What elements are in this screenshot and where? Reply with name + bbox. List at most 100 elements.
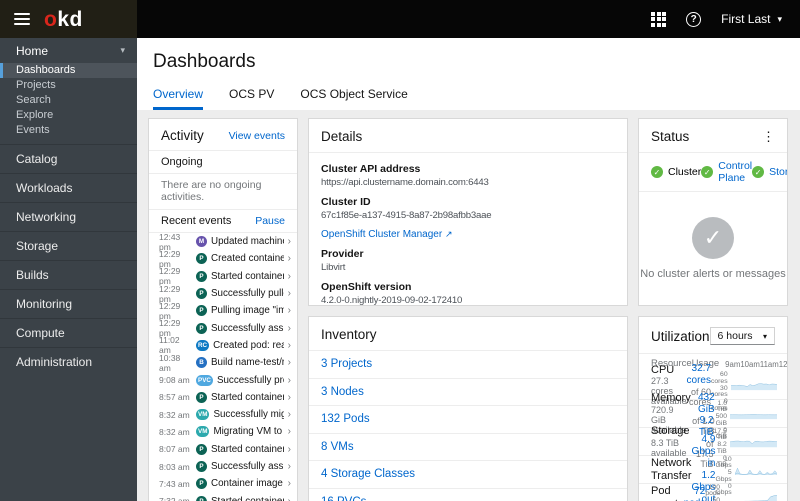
y-tick-label: 5 Gbps: [715, 469, 732, 483]
inventory-link-132-pods[interactable]: 132 Pods: [309, 406, 627, 434]
inventory-link-3-nodes[interactable]: 3 Nodes: [309, 379, 627, 406]
tab-ocs-pv[interactable]: OCS PV: [229, 83, 274, 110]
cluster-manager-link[interactable]: OpenShift Cluster Manager ↗: [321, 229, 615, 240]
event-row[interactable]: 12:29 pmPSuccessfully assigned ap…›: [149, 318, 297, 338]
utilization-row-pod-count: Pod count72 pods100 pods50 pods0 pods: [639, 483, 787, 501]
detail-label: OpenShift version: [321, 281, 412, 293]
usage-value[interactable]: 4.9 Gbps in: [692, 434, 716, 470]
resource-badge-p: P: [196, 253, 207, 265]
sidebar-item-builds[interactable]: Builds: [0, 260, 137, 289]
external-link-icon: ↗: [444, 229, 453, 239]
y-axis-labels: 100 pods50 pods0 pods: [705, 484, 723, 501]
brand-zone: okd: [0, 0, 137, 38]
event-row[interactable]: 12:29 pmPPulling image "image-re…›: [149, 301, 297, 321]
status-item-label[interactable]: Storage: [769, 166, 787, 178]
tab-bar: Overview OCS PV OCS Object Service: [137, 83, 800, 110]
detail-value: 67c1f85e-a137-4915-8a87-2b98afbb3aae: [321, 210, 492, 221]
event-row[interactable]: 12:29 pmPSuccessfully pulled imag…›: [149, 284, 297, 304]
resource-name: CPU: [651, 363, 675, 376]
event-row[interactable]: 8:03 am P Successfully assigned m…›: [149, 458, 297, 475]
sidebar-item-workloads[interactable]: Workloads: [0, 173, 137, 202]
sidebar-item-networking[interactable]: Networking: [0, 202, 137, 231]
event-message: Started container appde…: [211, 391, 284, 403]
event-row[interactable]: 11:02 amRCCreated pod: react-web…›: [149, 335, 297, 355]
usage-value[interactable]: 32.7 cores: [687, 363, 711, 387]
okd-logo[interactable]: okd: [44, 9, 83, 30]
apps-grid-icon[interactable]: [651, 11, 667, 27]
chevron-right-icon: ›: [287, 409, 291, 421]
status-item-label[interactable]: Control Plane: [718, 160, 752, 184]
sparkline-chart: [729, 413, 777, 419]
event-row[interactable]: 8:32 am VMMigrating VM to node ip… ›: [149, 423, 297, 440]
sidebar-item-storage[interactable]: Storage: [0, 231, 137, 260]
chevron-right-icon: ›: [287, 339, 291, 351]
inventory-link-16-pvcs[interactable]: 16 PVCs: [309, 489, 627, 501]
event-timestamp: 9:08 am: [159, 375, 190, 386]
sidebar-item-compute[interactable]: Compute: [0, 318, 137, 347]
usage-value[interactable]: 432 GiB: [691, 392, 715, 416]
event-row[interactable]: 7:43 am P Container image "registr…›: [149, 475, 297, 492]
check-circle-icon: ✓: [701, 166, 714, 178]
pause-events-link[interactable]: Pause: [255, 215, 285, 227]
resource-badge-vm: VM: [196, 409, 210, 421]
utilization-row-network-transfer: Network Transfer 4.9 Gbps in 1.2 Gbps out 1…: [639, 434, 787, 501]
event-row[interactable]: 12:29 pmPStarted container reacta…›: [149, 266, 297, 286]
sidebar-item-search[interactable]: Search: [0, 93, 137, 108]
menu-toggle-icon[interactable]: [14, 13, 30, 25]
sidebar-item-events[interactable]: Events: [0, 123, 137, 138]
sidebar-item-catalog[interactable]: Catalog: [0, 144, 137, 173]
y-axis-labels: 17.5 TiB 8.2 TiB 0 TiB: [713, 427, 730, 469]
tab-overview[interactable]: Overview: [153, 83, 204, 110]
sidebar-item-dashboards[interactable]: Dashboards: [0, 63, 137, 78]
ongoing-section-header: Ongoing: [149, 151, 297, 174]
resource-badge-pvc: PVC: [196, 374, 213, 386]
tab-ocs-object-service[interactable]: OCS Object Service: [300, 83, 407, 110]
resource-badge-p: P: [196, 461, 207, 472]
resource-badge-p: P: [196, 443, 207, 455]
event-row[interactable]: 7:32 am P Started container deploy… ›: [149, 492, 297, 501]
detail-label: Cluster ID: [321, 196, 371, 208]
y-tick-label: 17.5 TiB: [713, 427, 727, 442]
status-empty-state: ✓ No cluster alerts or messages: [639, 192, 787, 305]
y-tick-label: 60 cores: [710, 371, 728, 385]
event-message: Container image "registr…: [211, 478, 284, 490]
event-row[interactable]: 12:43 pmMUpdated machine mynam…›: [149, 233, 297, 252]
event-timestamp: 10:38 am: [159, 352, 181, 373]
status-item-control-plane: ✓ Control Plane: [701, 160, 752, 184]
inventory-card: Inventory 3 Projects 3 Nodes 132 Pods 8 VMs…: [308, 316, 628, 501]
event-row[interactable]: 9:08 am PVCSuccessfully provision…›: [149, 371, 297, 388]
kebab-menu-icon[interactable]: ⋮: [762, 130, 775, 143]
event-message: Build name-test/react-we…: [211, 357, 284, 369]
event-row[interactable]: 12:29 pmPCreated container reacta…›: [149, 249, 297, 269]
activity-card: Activity View events Ongoing There are n…: [148, 118, 298, 501]
y-axis-labels: 10 Gbps 5 Gbps 0 Gbps: [715, 455, 734, 497]
event-timestamp: 7:43 am: [159, 478, 190, 489]
duration-dropdown[interactable]: 6 hours ▾: [709, 327, 775, 345]
event-row[interactable]: 8:32 am VMSuccessfully migrated V… ›: [149, 406, 297, 423]
dashboard-grid: Details Cluster API address https://api.c…: [137, 110, 800, 501]
sidebar-item-projects[interactable]: Projects: [0, 78, 137, 93]
details-card-title: Details: [321, 129, 363, 144]
inventory-link-3-projects[interactable]: 3 Projects: [309, 351, 627, 379]
sidebar-item-explore[interactable]: Explore: [0, 108, 137, 123]
resource-badge-b: B: [196, 357, 207, 369]
event-row[interactable]: 10:38 am B Build name-test/react-we…›: [149, 352, 297, 373]
event-message: Successfully migrated V…: [213, 409, 283, 421]
help-icon[interactable]: ?: [686, 11, 702, 27]
sidebar-item-administration[interactable]: Administration: [0, 347, 137, 376]
ongoing-empty-message: There are no ongoing activities.: [149, 174, 297, 210]
usage-value[interactable]: 72 pods: [678, 486, 706, 501]
sidebar-item-home[interactable]: Home ▾: [0, 38, 137, 63]
inventory-link-4-storage-classes[interactable]: 4 Storage Classes: [309, 461, 627, 489]
time-axis-labels: 9am10am11am12pm1pm: [719, 360, 787, 369]
resource-name: Storage: [651, 425, 690, 438]
user-menu[interactable]: First Last ▾: [721, 12, 782, 26]
event-row[interactable]: 8:07 am P Started container manag…›: [149, 441, 297, 458]
event-message: Started container reacta…: [211, 270, 284, 282]
sidebar-item-monitoring[interactable]: Monitoring: [0, 289, 137, 318]
event-row[interactable]: 8:57 am P Started container appde…›: [149, 389, 297, 406]
check-circle-icon: ✓: [692, 217, 734, 259]
y-tick-label: 10 Gbps: [715, 455, 732, 470]
inventory-link-8-vms[interactable]: 8 VMs: [309, 434, 627, 461]
view-events-link[interactable]: View events: [229, 130, 285, 142]
